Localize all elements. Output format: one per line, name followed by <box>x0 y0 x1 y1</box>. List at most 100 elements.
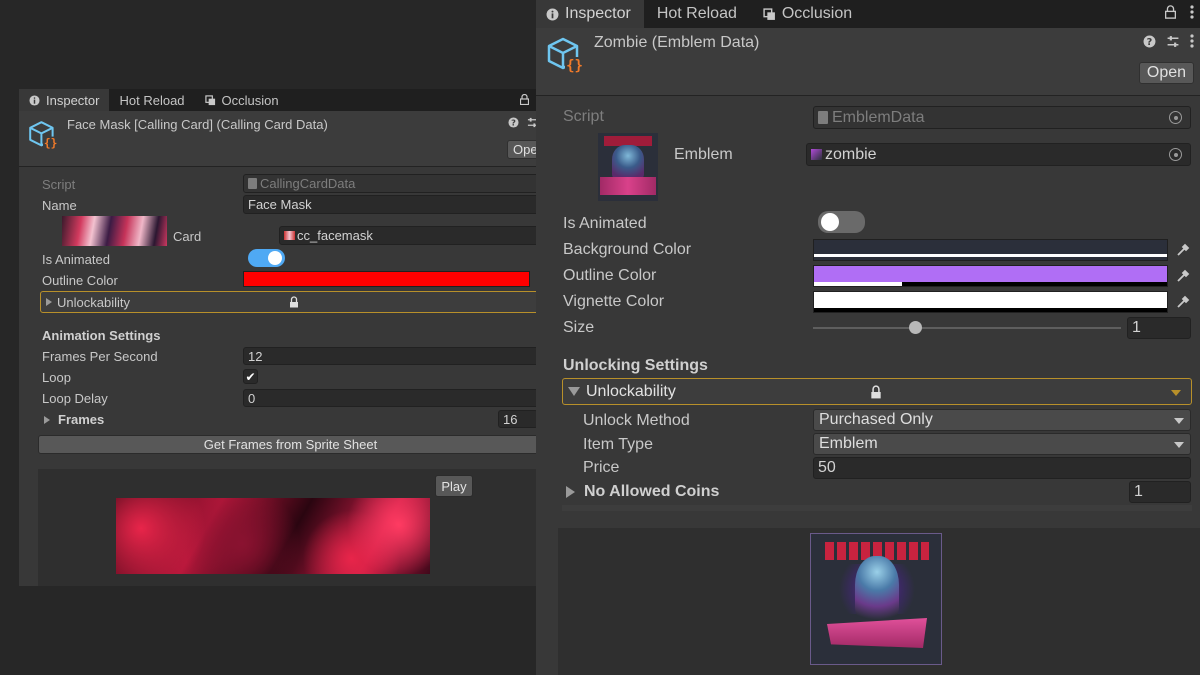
price-field[interactable]: 50 <box>813 457 1191 479</box>
alpha-bar <box>814 308 1167 312</box>
unlock-method-dropdown[interactable]: Purchased Only <box>813 409 1191 431</box>
outline-color-label: Outline Color <box>563 267 657 284</box>
is-animated-toggle[interactable] <box>818 211 865 233</box>
card-thumbnail <box>62 216 167 246</box>
toggle-knob <box>268 251 282 265</box>
lock-icon <box>289 296 299 311</box>
svg-text:?: ? <box>1147 36 1153 47</box>
card-field[interactable]: cc_facemask <box>279 226 539 245</box>
item-type-value: Emblem <box>819 435 878 452</box>
alpha-bar <box>814 254 1167 257</box>
tab-label: Inspector <box>565 5 631 22</box>
size-value-field[interactable]: 1 <box>1127 317 1191 339</box>
emblem-field[interactable]: zombie <box>806 143 1191 166</box>
help-icon[interactable]: ? <box>1143 35 1156 53</box>
tab-inspector[interactable]: Inspector <box>19 89 110 111</box>
check-icon: ✔ <box>245 369 256 384</box>
tab-occlusion[interactable]: Occlusion <box>195 89 289 111</box>
size-slider-track[interactable] <box>813 327 1121 329</box>
svg-text:{}: {} <box>44 137 57 150</box>
script-field: EmblemData <box>813 106 1191 129</box>
svg-text:{}: {} <box>566 58 583 74</box>
card-value: cc_facemask <box>297 228 373 243</box>
info-icon <box>29 94 40 106</box>
foldout-arrow-icon <box>44 415 50 424</box>
alpha-bar <box>814 282 903 286</box>
lock-icon[interactable] <box>1164 4 1177 24</box>
no-allowed-coins-foldout[interactable]: No Allowed Coins <box>566 483 719 501</box>
inspector-header: {} Zombie (Emblem Data) ? Open <box>536 28 1200 96</box>
loop-delay-label: Loop Delay <box>42 391 108 406</box>
toggle-knob <box>821 213 839 231</box>
preset-icon[interactable] <box>1166 35 1180 53</box>
occlusion-icon <box>763 7 776 21</box>
tab-occlusion[interactable]: Occlusion <box>750 0 865 28</box>
is-animated-toggle[interactable] <box>248 249 285 267</box>
tab-label: Inspector <box>46 92 100 108</box>
background-color-field[interactable] <box>813 239 1168 261</box>
lock-icon <box>870 385 882 404</box>
get-frames-button[interactable]: Get Frames from Sprite Sheet <box>38 435 539 454</box>
eyedropper-icon[interactable] <box>1172 291 1194 313</box>
fps-label: Frames Per Second <box>42 349 158 364</box>
is-animated-label: Is Animated <box>563 215 647 232</box>
emblem-figure <box>855 556 899 620</box>
lock-icon[interactable] <box>519 93 530 108</box>
vignette-color-field[interactable] <box>813 291 1168 313</box>
loop-delay-field[interactable]: 0 <box>243 389 539 407</box>
emblem-zombie-text-art <box>827 618 927 648</box>
foldout-arrow-icon <box>566 486 575 498</box>
size-slider-thumb[interactable] <box>908 321 922 334</box>
background-color-label: Background Color <box>563 241 692 258</box>
right-tab-bar: Inspector Hot Reload Occlusion <box>536 0 1200 28</box>
chevron-down-icon <box>1171 390 1181 396</box>
eyedropper-icon[interactable] <box>1172 239 1194 261</box>
emblem-preview-image <box>810 533 942 665</box>
tab-label: Occlusion <box>781 5 853 22</box>
animation-settings-heading: Animation Settings <box>42 328 161 343</box>
item-type-dropdown[interactable]: Emblem <box>813 433 1191 455</box>
open-button[interactable]: Ope <box>507 140 539 159</box>
outline-color-field[interactable] <box>813 265 1168 287</box>
eyedropper-icon[interactable] <box>1172 265 1194 287</box>
tab-hot-reload[interactable]: Hot Reload <box>109 89 194 111</box>
frames-foldout[interactable]: Frames <box>44 412 104 427</box>
script-label: Script <box>42 177 76 192</box>
help-icon[interactable]: ? <box>508 117 519 131</box>
play-button[interactable]: Play <box>435 475 473 497</box>
tab-inspector[interactable]: Inspector <box>536 0 644 28</box>
unlocking-settings-heading: Unlocking Settings <box>563 357 708 374</box>
tab-hot-reload[interactable]: Hot Reload <box>644 0 750 28</box>
sprite-icon <box>811 149 822 160</box>
outline-color-field[interactable] <box>243 271 530 287</box>
emblem-thumb-text <box>600 177 656 195</box>
fps-field[interactable]: 12 <box>243 347 539 365</box>
item-type-label: Item Type <box>583 436 653 453</box>
open-button[interactable]: Open <box>1139 62 1194 84</box>
loop-label: Loop <box>42 370 71 385</box>
tab-label: Hot Reload <box>119 92 185 108</box>
svg-text:?: ? <box>511 117 516 127</box>
loop-checkbox[interactable]: ✔ <box>243 369 258 384</box>
scriptable-object-icon: {} <box>27 119 59 154</box>
sprite-icon <box>284 231 295 240</box>
unlockability-foldout[interactable]: Unlockability <box>562 378 1192 405</box>
unlock-method-value: Purchased Only <box>819 411 933 428</box>
more-options-icon[interactable] <box>1190 34 1194 53</box>
outline-color-label: Outline Color <box>42 273 118 288</box>
emblem-label: Emblem <box>674 146 733 163</box>
object-picker-icon[interactable] <box>1169 111 1182 124</box>
scriptable-object-icon: {} <box>545 35 585 80</box>
chevron-down-icon <box>1174 418 1184 424</box>
inspector-header: {} Face Mask [Calling Card] (Calling Car… <box>19 111 539 167</box>
chevron-down-icon <box>1174 442 1184 448</box>
unlockability-foldout[interactable]: Unlockability <box>40 291 539 313</box>
name-field[interactable]: Face Mask <box>243 195 539 214</box>
more-options-icon[interactable] <box>1190 4 1194 24</box>
script-field: CallingCardData <box>243 174 539 193</box>
script-label: Script <box>563 108 604 125</box>
vignette-color-label: Vignette Color <box>563 293 665 310</box>
no-allowed-coins-count[interactable]: 1 <box>1129 481 1191 503</box>
object-picker-icon[interactable] <box>1169 148 1182 161</box>
frames-count-field[interactable]: 16 <box>498 410 538 428</box>
